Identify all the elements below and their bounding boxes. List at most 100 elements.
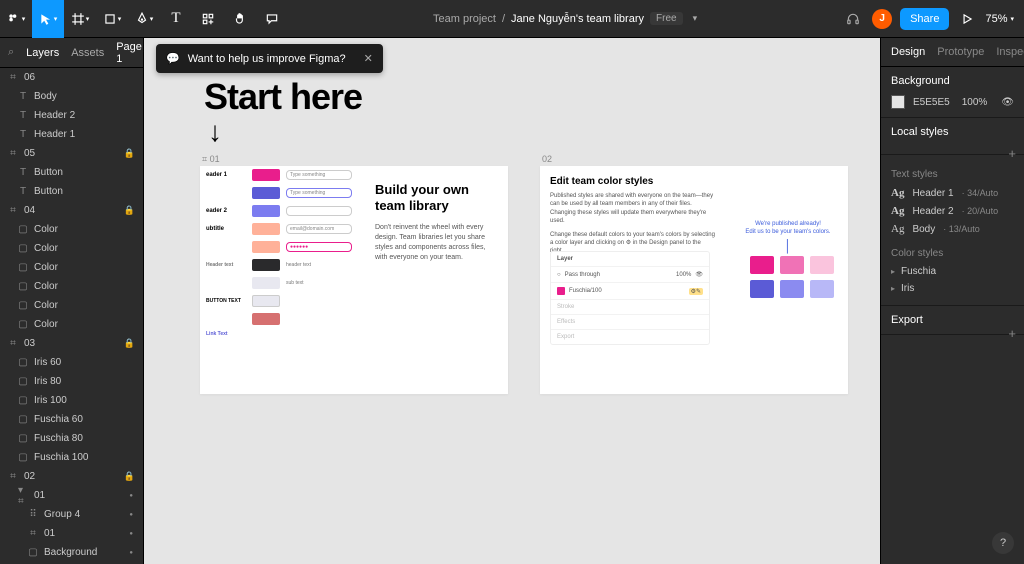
layer-item[interactable]: ▢Color — [0, 315, 143, 334]
visibility-icon[interactable]: 👁 — [1001, 97, 1014, 108]
resources-button[interactable] — [192, 0, 224, 38]
layer-item[interactable]: ▢Color — [0, 258, 143, 277]
layer-type-icon: T — [18, 187, 28, 197]
background-hex[interactable]: E5E5E5 — [913, 97, 950, 108]
page-selector[interactable]: Page 1▾ — [116, 41, 147, 65]
layer-item[interactable]: THeader 2 — [0, 106, 143, 125]
user-avatar[interactable]: J — [872, 9, 892, 29]
layer-item[interactable]: ▾ ⌗01● — [0, 486, 143, 505]
layer-item[interactable]: ⌗02🔒 — [0, 467, 143, 486]
layer-item[interactable]: THeader 1 — [0, 125, 143, 144]
layer-type-icon: ▢ — [28, 548, 38, 558]
share-button[interactable]: Share — [900, 8, 949, 30]
layer-type-icon: ▢ — [18, 225, 28, 235]
tab-inspect[interactable]: Inspect — [996, 46, 1024, 58]
preview-text: header text — [286, 262, 311, 268]
breadcrumb[interactable]: Team project / Jane Nguyễn's team librar… — [288, 12, 842, 25]
move-tool-button[interactable]: ▾ — [32, 0, 64, 38]
text-style-row[interactable]: AgHeader 2 · 20/Auto — [891, 202, 1014, 220]
layer-list: ⌗06TBodyTHeader 2THeader 1⌗05🔒TButtonTBu… — [0, 68, 143, 564]
layer-item[interactable]: ▢Background● — [0, 543, 143, 562]
zoom-control[interactable]: 75%▾ — [985, 13, 1014, 25]
style-meta: · 34/Auto — [962, 188, 999, 198]
frame-label-01[interactable]: ⌗ 01 — [202, 154, 220, 165]
layer-item[interactable]: ▢Color — [0, 239, 143, 258]
background-section: Background E5E5E5 100% 👁 — [881, 67, 1024, 118]
present-button[interactable] — [957, 0, 977, 38]
card1-body: Don't reinvent the wheel with every desi… — [375, 223, 495, 264]
layer-item[interactable]: ⌗06 — [0, 68, 143, 87]
preview-text: sub text — [286, 280, 304, 286]
canvas[interactable]: 💬 Want to help us improve Figma? ✕ Start… — [144, 38, 880, 564]
layer-item[interactable]: ▢Iris 60 — [0, 353, 143, 372]
preview-header2: eader 2 — [206, 208, 246, 214]
preview-input: Type something — [286, 188, 352, 198]
layer-type-icon: ▢ — [18, 263, 28, 273]
tab-layers[interactable]: Layers — [26, 47, 59, 59]
layer-item[interactable]: ▢Iris 100 — [0, 391, 143, 410]
breadcrumb-file[interactable]: Jane Nguyễn's team library — [511, 13, 644, 25]
tab-design[interactable]: Design — [891, 46, 925, 58]
layer-type-icon: ▢ — [18, 301, 28, 311]
layer-item[interactable]: ⠿Group 4● — [0, 505, 143, 524]
layer-item[interactable]: ⌗04🔒 — [0, 201, 143, 220]
lock-icon[interactable]: 🔒 — [124, 338, 135, 349]
add-style-button[interactable]: + — [1008, 146, 1016, 161]
right-panel-tabs: Design Prototype Inspect — [881, 38, 1024, 67]
layer-item[interactable]: ⌗01● — [0, 524, 143, 543]
layer-type-icon: T — [18, 111, 28, 121]
color-swatch — [810, 256, 834, 274]
hand-tool-button[interactable] — [224, 0, 256, 38]
search-icon[interactable]: ⌕ — [8, 46, 14, 59]
text-tool-button[interactable]: T — [160, 0, 192, 38]
layer-item[interactable]: ▢Fuschia 100 — [0, 448, 143, 467]
close-icon[interactable]: ✕ — [364, 52, 373, 65]
swatch-dark — [252, 259, 280, 271]
text-style-row[interactable]: AgHeader 1 · 34/Auto — [891, 184, 1014, 202]
layer-item[interactable]: ⌗05🔒 — [0, 144, 143, 163]
frame-01[interactable]: eader 1Type something Type something ead… — [200, 166, 508, 394]
layer-item[interactable]: ▢ Color — [0, 220, 143, 239]
frame-label-02[interactable]: 02 — [542, 154, 552, 164]
layer-item[interactable]: ⌗03🔒 — [0, 334, 143, 353]
comment-tool-button[interactable] — [256, 0, 288, 38]
lock-icon[interactable]: 🔒 — [124, 205, 135, 216]
background-opacity[interactable]: 100% — [962, 97, 988, 108]
lock-icon[interactable]: 🔒 — [124, 148, 135, 159]
layer-type-icon: ▢ — [18, 396, 28, 406]
background-swatch[interactable] — [891, 95, 905, 109]
tab-assets[interactable]: Assets — [71, 47, 104, 59]
layer-item[interactable]: ▢Fuschia 60 — [0, 410, 143, 429]
ag-icon: Ag — [891, 205, 904, 217]
text-style-row[interactable]: AgBody · 13/Auto — [891, 220, 1014, 238]
layer-name: Color — [34, 224, 58, 235]
frame-tool-button[interactable]: ▾ — [64, 0, 96, 38]
frame-02[interactable]: Edit team color styles Published styles … — [540, 166, 848, 394]
lock-icon[interactable]: 🔒 — [124, 471, 135, 482]
color-style-row[interactable]: ▸Iris — [891, 280, 1014, 297]
layer-item[interactable]: ▢Color — [0, 296, 143, 315]
headphones-icon[interactable] — [842, 0, 864, 38]
pen-tool-button[interactable]: ▾ — [128, 0, 160, 38]
swatch — [252, 295, 280, 307]
feedback-toast[interactable]: 💬 Want to help us improve Figma? ✕ — [156, 44, 383, 73]
right-panel: Design Prototype Inspect Background E5E5… — [880, 38, 1024, 564]
shape-tool-button[interactable]: ▾ — [96, 0, 128, 38]
layer-name: Group 4 — [44, 509, 80, 520]
arrow-down-icon: ↓ — [208, 116, 222, 148]
add-export-button[interactable]: + — [1008, 326, 1016, 341]
breadcrumb-project[interactable]: Team project — [433, 13, 496, 25]
tab-prototype[interactable]: Prototype — [937, 46, 984, 58]
layer-item[interactable]: ▢Color — [0, 277, 143, 296]
layer-item[interactable]: ▢Fuschia 80 — [0, 429, 143, 448]
layer-item[interactable]: ▢Iris 80 — [0, 372, 143, 391]
layer-item[interactable]: TButton — [0, 163, 143, 182]
figma-menu-button[interactable]: ▾ — [0, 0, 32, 38]
help-button[interactable]: ? — [992, 532, 1014, 554]
file-chevron-icon[interactable]: ▾ — [689, 13, 698, 24]
layer-type-icon: T — [18, 92, 28, 102]
color-style-row[interactable]: ▸Fuschia — [891, 263, 1014, 280]
layer-name: Body — [34, 91, 57, 102]
layer-item[interactable]: T Body — [0, 87, 143, 106]
layer-item[interactable]: TButton — [0, 182, 143, 201]
